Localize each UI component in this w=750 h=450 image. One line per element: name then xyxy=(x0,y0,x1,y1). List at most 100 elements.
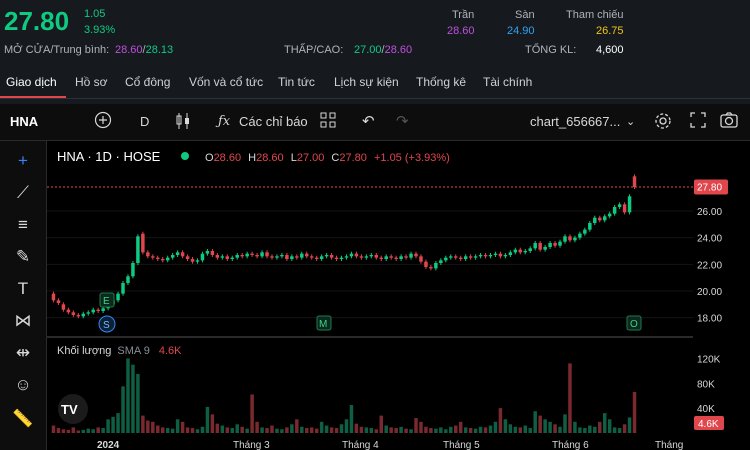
candle xyxy=(384,256,388,259)
volume-bar xyxy=(225,427,230,433)
volume-bar xyxy=(468,428,473,433)
volume-bar xyxy=(434,428,438,433)
candle xyxy=(453,256,458,258)
volume-bar xyxy=(458,421,463,433)
candle xyxy=(126,276,130,283)
volume-bar xyxy=(399,426,403,433)
candles-icon[interactable] xyxy=(175,112,191,133)
settings-icon[interactable] xyxy=(654,112,672,133)
crosshair-icon[interactable]: + xyxy=(12,151,34,171)
section-tabs: Giao dịch Hồ sơ Cổ đông Vốn và cổ tức Ti… xyxy=(0,68,750,99)
emoji-icon[interactable]: ☺ xyxy=(12,375,34,395)
volume-bar xyxy=(334,428,339,433)
indicators-button[interactable]: Các chỉ báo xyxy=(239,114,308,129)
undo-icon[interactable]: ↶ xyxy=(362,112,375,130)
tradingview-logo[interactable]: TV xyxy=(58,394,88,424)
fullscreen-icon[interactable] xyxy=(690,112,706,131)
time-axis[interactable]: 2024 Tháng 3 Tháng 4 Tháng 5 Tháng 6 Thá… xyxy=(97,440,683,450)
candle xyxy=(498,253,503,257)
volume-bar xyxy=(632,391,637,433)
fib-icon[interactable]: ≡ xyxy=(12,215,34,235)
chevron-down-icon[interactable]: ⌄ xyxy=(626,115,635,128)
candle xyxy=(290,256,294,259)
layout-name[interactable]: chart_656667... xyxy=(530,114,620,129)
ruler-icon[interactable]: 📏 xyxy=(12,409,34,429)
plus-circle-icon[interactable] xyxy=(94,111,112,132)
volume-bar xyxy=(280,429,284,433)
price-tick-label: 24.00 xyxy=(697,234,722,245)
templates-icon[interactable] xyxy=(320,112,336,131)
brush-icon[interactable]: ✎ xyxy=(12,247,34,267)
candle xyxy=(205,251,210,254)
candle xyxy=(91,309,95,313)
candle xyxy=(116,293,120,301)
price-change: 1.05 xyxy=(84,8,106,20)
candle xyxy=(270,256,274,258)
volume-bar xyxy=(230,428,235,433)
candle xyxy=(300,253,304,258)
candle xyxy=(245,253,249,257)
candle xyxy=(136,236,140,263)
volume-bar xyxy=(151,421,155,433)
volume-bar xyxy=(429,428,433,433)
tab-profile[interactable]: Hồ sơ xyxy=(75,75,108,89)
marker-o-label: O xyxy=(630,319,638,330)
total-volume-value: 4,600 xyxy=(596,44,624,56)
candles xyxy=(51,174,637,319)
volume-bar xyxy=(66,429,71,433)
tab-events[interactable]: Lịch sự kiện xyxy=(334,75,399,89)
redo-icon[interactable]: ↷ xyxy=(396,112,409,130)
interval-button[interactable]: D xyxy=(140,114,149,129)
h-label: H xyxy=(248,152,256,164)
tab-news[interactable]: Tin tức xyxy=(278,75,315,89)
candle xyxy=(578,233,582,238)
candle xyxy=(573,237,577,241)
tab-financials[interactable]: Tài chính xyxy=(483,75,532,89)
volume-bar xyxy=(374,429,379,433)
text-icon[interactable]: T xyxy=(12,279,34,299)
volume-bar xyxy=(463,427,468,433)
volume-bar xyxy=(146,420,150,433)
candle xyxy=(220,256,225,258)
tab-trading[interactable]: Giao dịch xyxy=(6,75,57,89)
symbol-search-button[interactable]: HNA xyxy=(10,114,38,129)
volume-bar xyxy=(518,427,523,433)
candle xyxy=(632,176,637,187)
volume-bar xyxy=(394,428,398,433)
candle xyxy=(275,256,279,258)
camera-icon[interactable] xyxy=(720,112,738,131)
candle xyxy=(324,255,329,257)
reference-label: Tham chiếu xyxy=(566,9,624,21)
volume-bar xyxy=(558,426,562,433)
candle xyxy=(141,233,145,253)
volume-bars xyxy=(51,358,637,433)
volume-bar xyxy=(106,419,110,433)
candle xyxy=(146,252,150,257)
fx-icon[interactable]: ƒx xyxy=(218,114,230,129)
tab-capital-dividend[interactable]: Vốn và cổ tức xyxy=(189,75,263,89)
forecast-icon[interactable]: ⇹ xyxy=(12,343,34,363)
candle xyxy=(185,256,190,259)
change-value: +1.05 (+3.93%) xyxy=(374,152,450,164)
candle xyxy=(240,255,244,257)
candle xyxy=(175,252,180,255)
pattern-icon[interactable]: ⋈ xyxy=(12,311,34,331)
trendline-icon[interactable]: ⟋ xyxy=(12,183,34,203)
candle xyxy=(280,255,284,257)
tab-statistics[interactable]: Thống kê xyxy=(416,75,466,89)
candle xyxy=(513,249,518,253)
tab-shareholders[interactable]: Cổ đông xyxy=(125,75,170,89)
candle xyxy=(419,256,423,262)
candle xyxy=(121,283,125,294)
candle xyxy=(533,243,537,249)
volume-bar xyxy=(136,373,140,433)
volume-bar xyxy=(478,426,483,433)
price-axis[interactable]: 26.00 24.00 22.00 20.00 18.00 120K 80K 40K 27.8… xyxy=(693,141,750,450)
candle xyxy=(563,236,567,242)
candle xyxy=(444,257,448,261)
candle xyxy=(399,256,403,259)
price-chart[interactable]: HNA · 1D · HOSE O28.60 H28.60 L27.00 C27… xyxy=(47,141,693,450)
volume-bar xyxy=(598,421,602,433)
volume-bar xyxy=(314,428,319,433)
low-value: 27.00 xyxy=(354,44,382,56)
